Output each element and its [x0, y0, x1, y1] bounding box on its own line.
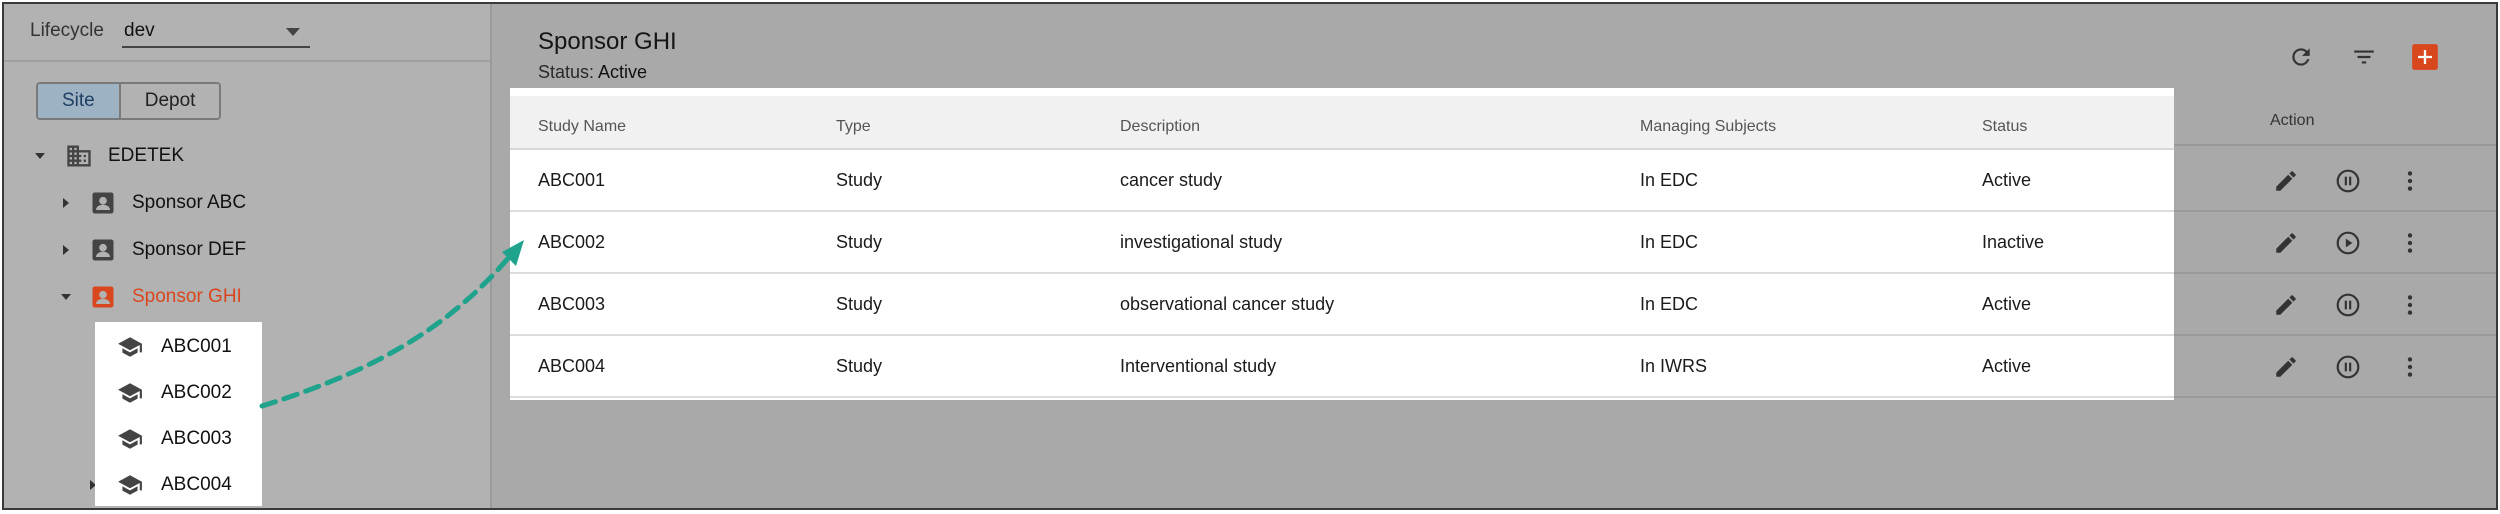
more-vert-icon[interactable] — [2394, 227, 2426, 259]
cell-description: observational cancer study — [1120, 294, 1335, 314]
cell-description: cancer study — [1120, 170, 1223, 190]
column-header-status[interactable]: Status — [1982, 118, 2027, 136]
more-vert-icon[interactable] — [2394, 351, 2426, 383]
edit-icon[interactable] — [2270, 165, 2302, 197]
graduation-cap-icon — [115, 332, 145, 362]
row-actions — [2270, 274, 2470, 336]
cell-status: Active — [1982, 294, 2032, 314]
main-panel: Sponsor GHI Status: Active Study Name Ty… — [494, 4, 2496, 508]
lifecycle-label: Lifecycle — [30, 20, 104, 41]
pause-icon[interactable] — [2332, 289, 2364, 321]
play-icon[interactable] — [2332, 227, 2364, 259]
graduation-cap-icon — [115, 378, 145, 408]
tree-label-sponsor: Sponsor ABC — [132, 192, 247, 213]
sponsor-icon — [88, 188, 118, 218]
more-vert-icon[interactable] — [2394, 165, 2426, 197]
lifecycle-value: dev — [124, 20, 155, 41]
tree-label-sponsor-selected: Sponsor GHI — [132, 286, 242, 307]
lifecycle-bar: Lifecycle dev — [4, 4, 490, 62]
graduation-cap-icon — [115, 424, 145, 454]
add-icon[interactable] — [2408, 40, 2442, 74]
tree-item-study[interactable]: ABC002 — [95, 370, 262, 416]
study-label: ABC001 — [161, 336, 232, 357]
cell-type: Study — [836, 356, 883, 376]
cell-managing-subjects: In EDC — [1640, 294, 1699, 314]
tree-label-sponsor: Sponsor DEF — [132, 239, 247, 260]
table-row[interactable]: ABC001 Study cancer study In EDC Active — [510, 150, 2174, 212]
table-row[interactable]: ABC004 Study Interventional study In IWR… — [510, 336, 2174, 398]
graduation-cap-icon — [115, 470, 145, 500]
caret-right-icon[interactable] — [56, 193, 76, 213]
row-actions — [2270, 336, 2470, 398]
cell-description: Interventional study — [1120, 356, 1277, 376]
building-icon — [64, 141, 94, 171]
page-status: Status: Active — [538, 62, 647, 83]
cell-type: Study — [836, 294, 883, 314]
caret-down-icon[interactable] — [30, 146, 50, 166]
edit-icon[interactable] — [2270, 351, 2302, 383]
tree-item-sponsor-def[interactable]: Sponsor DEF — [56, 230, 246, 270]
cell-managing-subjects: In IWRS — [1640, 356, 1708, 376]
cell-managing-subjects: In EDC — [1640, 232, 1699, 252]
cell-study-name: ABC002 — [538, 232, 606, 252]
status-label: Status: — [538, 62, 595, 82]
toggle-depot-button[interactable]: Depot — [120, 84, 220, 118]
lifecycle-select[interactable]: dev — [122, 14, 310, 48]
study-label: ABC003 — [161, 428, 232, 449]
page-title: Sponsor GHI — [538, 28, 677, 55]
tree-item-study[interactable]: ABC004 — [95, 462, 262, 508]
more-vert-icon[interactable] — [2394, 289, 2426, 321]
study-list: ABC001 ABC002 ABC003 ABC004 — [95, 322, 262, 506]
row-actions — [2270, 150, 2470, 212]
status-value: Active — [598, 62, 648, 82]
sponsor-icon — [88, 235, 118, 265]
cell-managing-subjects: In EDC — [1640, 170, 1699, 190]
study-label: ABC002 — [161, 382, 232, 403]
column-header-study-name[interactable]: Study Name — [538, 118, 626, 136]
row-actions — [2270, 212, 2470, 274]
toggle-site-button[interactable]: Site — [38, 84, 121, 118]
cell-status: Active — [1982, 170, 2032, 190]
pause-icon[interactable] — [2332, 351, 2364, 383]
column-header-managing-subjects[interactable]: Managing Subjects — [1640, 118, 1776, 136]
pause-icon[interactable] — [2332, 165, 2364, 197]
chevron-down-icon — [286, 28, 300, 36]
refresh-icon[interactable] — [2284, 40, 2318, 74]
table-row[interactable]: ABC003 Study observational cancer study … — [510, 274, 2174, 336]
tree-label-edetek: EDETEK — [108, 145, 185, 166]
site-depot-toggle: Site Depot — [36, 82, 222, 120]
tree-item-edetek[interactable]: EDETEK — [30, 136, 184, 176]
sidebar: Lifecycle dev Site Depot EDETEK Sponsor … — [4, 4, 492, 508]
cell-type: Study — [836, 170, 883, 190]
column-header-description[interactable]: Description — [1120, 118, 1200, 136]
study-label: ABC004 — [161, 474, 232, 495]
tree-item-sponsor-ghi[interactable]: Sponsor GHI — [56, 277, 242, 317]
app-window: Lifecycle dev Site Depot EDETEK Sponsor … — [2, 2, 2498, 510]
cell-status: Active — [1982, 356, 2032, 376]
cell-description: investigational study — [1120, 232, 1283, 252]
edit-icon[interactable] — [2270, 289, 2302, 321]
table-header: Study Name Type Description Managing Sub… — [510, 96, 2174, 150]
column-header-action: Action — [2270, 112, 2315, 129]
edit-icon[interactable] — [2270, 227, 2302, 259]
tree-item-study[interactable]: ABC003 — [95, 416, 262, 462]
tree-item-study[interactable]: ABC001 — [95, 324, 262, 370]
sponsor-icon — [88, 282, 118, 312]
cell-study-name: ABC003 — [538, 294, 606, 314]
cell-study-name: ABC004 — [538, 356, 606, 376]
filter-icon[interactable] — [2347, 40, 2381, 74]
cell-status: Inactive — [1982, 232, 2045, 252]
column-header-type[interactable]: Type — [836, 118, 871, 136]
caret-right-icon[interactable] — [56, 240, 76, 260]
cell-type: Study — [836, 232, 883, 252]
studies-table: Study Name Type Description Managing Sub… — [510, 88, 2174, 400]
table-row[interactable]: ABC002 Study investigational study In ED… — [510, 212, 2174, 274]
cell-study-name: ABC001 — [538, 170, 606, 190]
caret-down-icon[interactable] — [56, 287, 76, 307]
tree-item-sponsor-abc[interactable]: Sponsor ABC — [56, 183, 246, 223]
